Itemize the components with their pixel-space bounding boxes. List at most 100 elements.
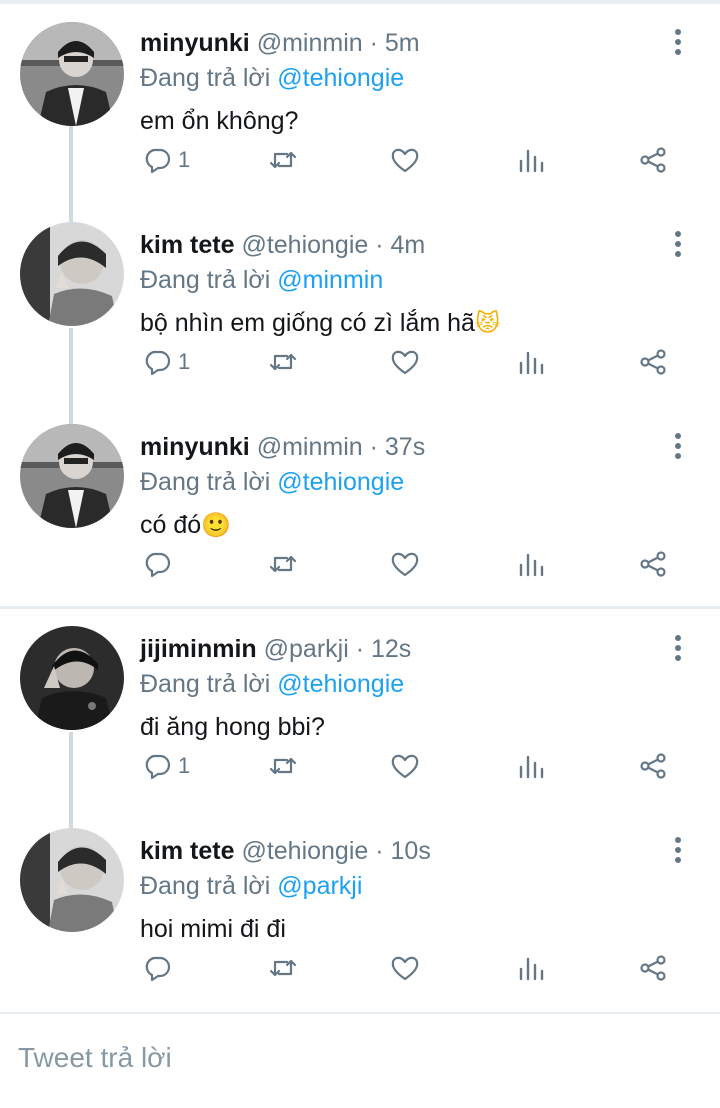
compose-divider	[0, 1012, 720, 1014]
heart-icon	[391, 754, 419, 779]
tweet-header: kim tete @tehiongie · 4m	[140, 228, 425, 262]
timestamp[interactable]: 37s	[385, 433, 425, 461]
stats-button[interactable]	[516, 542, 546, 586]
tweet[interactable]: minyunki @minmin · 5m Đang trả lời @tehi…	[0, 4, 720, 206]
avatar[interactable]	[20, 626, 124, 730]
tweet[interactable]: kim tete @tehiongie · 4m Đang trả lời @m…	[0, 206, 720, 408]
heart-icon	[391, 552, 419, 577]
share-icon	[640, 955, 666, 981]
like-button[interactable]	[390, 946, 420, 990]
stats-icon	[519, 957, 544, 981]
share-icon	[640, 753, 666, 779]
handle[interactable]: @tehiongie	[241, 837, 368, 865]
more-vertical-icon[interactable]	[668, 228, 688, 260]
reply-count: 1	[178, 753, 191, 778]
stats-button[interactable]	[516, 340, 546, 384]
thread-divider	[0, 606, 720, 609]
reply-icon	[145, 552, 171, 578]
reply-button[interactable]	[142, 946, 178, 990]
replying-to: Đang trả lời @tehiongie	[140, 61, 404, 95]
retweet-icon	[269, 151, 297, 169]
replying-to-label: Đang trả lời	[140, 670, 271, 698]
display-name[interactable]: minyunki	[140, 433, 250, 461]
retweet-icon	[269, 353, 297, 371]
share-button[interactable]	[638, 744, 668, 788]
share-button[interactable]	[638, 542, 668, 586]
mention-link[interactable]: @tehiongie	[277, 64, 404, 92]
separator: ·	[375, 837, 384, 865]
mention-link[interactable]: @parkji	[277, 872, 362, 900]
heart-icon	[391, 350, 419, 375]
heart-icon	[391, 956, 419, 981]
share-button[interactable]	[638, 340, 668, 384]
mention-link[interactable]: @tehiongie	[277, 670, 404, 698]
display-name[interactable]: kim tete	[140, 837, 234, 865]
like-button[interactable]	[390, 744, 420, 788]
tweet-actions	[0, 542, 720, 586]
like-button[interactable]	[390, 542, 420, 586]
handle[interactable]: @tehiongie	[241, 231, 368, 259]
tweet-header: minyunki @minmin · 37s	[140, 430, 425, 464]
stats-icon	[519, 755, 544, 779]
handle[interactable]: @parkji	[264, 635, 349, 663]
more-vertical-icon[interactable]	[668, 26, 688, 58]
retweet-icon	[269, 757, 297, 775]
separator: ·	[369, 29, 378, 57]
retweet-button[interactable]	[268, 542, 298, 586]
separator: ·	[355, 635, 365, 663]
handle[interactable]: @minmin	[257, 433, 363, 461]
share-icon	[640, 147, 666, 173]
smile-emoji: 🙂	[201, 511, 232, 539]
reply-button[interactable]	[142, 542, 178, 586]
mention-link[interactable]: @minmin	[277, 266, 383, 294]
avatar[interactable]	[20, 22, 124, 126]
more-vertical-icon[interactable]	[668, 834, 688, 866]
display-name[interactable]: kim tete	[140, 231, 234, 259]
reply-count: 1	[178, 349, 191, 374]
timestamp[interactable]: 10s	[391, 837, 431, 865]
share-button[interactable]	[638, 946, 668, 990]
reply-button[interactable]: 1	[142, 340, 190, 384]
retweet-button[interactable]	[268, 340, 298, 384]
more-vertical-icon[interactable]	[668, 632, 688, 664]
avatar[interactable]	[20, 828, 124, 932]
display-name[interactable]: jijiminmin	[140, 635, 257, 663]
timestamp[interactable]: 12s	[371, 635, 411, 663]
retweet-button[interactable]	[268, 946, 298, 990]
tweet-header: kim tete @tehiongie · 10s	[140, 834, 431, 868]
reply-compose-input[interactable]: Tweet trả lời	[18, 1042, 172, 1074]
share-icon	[640, 349, 666, 375]
reply-icon	[145, 956, 171, 982]
tweet-text: bộ nhìn em giống có zì lắm hã😾	[140, 304, 500, 342]
reply-button[interactable]: 1	[142, 744, 190, 788]
tweet[interactable]: minyunki @minmin · 37s Đang trả lời @teh…	[0, 408, 720, 606]
replying-to-label: Đang trả lời	[140, 266, 271, 294]
replying-to: Đang trả lời @tehiongie	[140, 667, 404, 701]
more-vertical-icon[interactable]	[668, 430, 688, 462]
mention-link[interactable]: @tehiongie	[277, 468, 404, 496]
replying-to: Đang trả lời @parkji	[140, 869, 362, 903]
share-button[interactable]	[638, 138, 668, 182]
avatar[interactable]	[20, 424, 124, 528]
stats-button[interactable]	[516, 946, 546, 990]
tweet-text-content: hoi mimi đi đi	[140, 915, 286, 943]
stats-button[interactable]	[516, 744, 546, 788]
like-button[interactable]	[390, 340, 420, 384]
tweet[interactable]: jijiminmin @parkji · 12s Đang trả lời @t…	[0, 610, 720, 812]
tweet-actions: 1	[0, 138, 720, 182]
tweet-text: có đó🙂	[140, 506, 231, 544]
like-button[interactable]	[390, 138, 420, 182]
timestamp[interactable]: 5m	[385, 29, 420, 57]
tweet[interactable]: kim tete @tehiongie · 10s Đang trả lời @…	[0, 812, 720, 1012]
retweet-button[interactable]	[268, 138, 298, 182]
retweet-button[interactable]	[268, 744, 298, 788]
separator: ·	[375, 231, 384, 259]
stats-icon	[519, 351, 544, 375]
stats-button[interactable]	[516, 138, 546, 182]
avatar[interactable]	[20, 222, 124, 326]
tweet-text-content: đi ăng hong bbi?	[140, 713, 325, 741]
timestamp[interactable]: 4m	[391, 231, 426, 259]
handle[interactable]: @minmin	[257, 29, 363, 57]
reply-button[interactable]: 1	[142, 138, 190, 182]
display-name[interactable]: minyunki	[140, 29, 250, 57]
